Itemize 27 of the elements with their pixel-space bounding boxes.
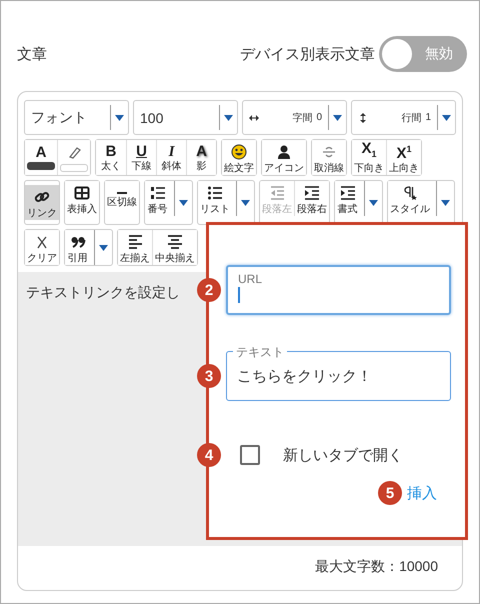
section-title: 文章 <box>17 44 47 64</box>
toolbar-button[interactable]: 段落右 <box>294 181 329 216</box>
toolbar-button[interactable]: 取消線 <box>312 140 346 175</box>
toolbar-button[interactable]: 表挿入 <box>65 181 99 216</box>
toolbar-button[interactable]: アイコン <box>262 140 306 175</box>
toolbar-button[interactable]: スタイル <box>388 181 437 216</box>
step-badge: 5 <box>378 481 402 505</box>
toolbar-button[interactable]: 左揃え <box>118 230 152 265</box>
step-badge: 2 <box>197 278 221 302</box>
toolbar-button[interactable]: クリア <box>25 230 59 265</box>
step-badge: 3 <box>197 364 221 388</box>
checkbox-label: 新しいタブで開く <box>283 446 403 464</box>
toggle-label: デバイス別表示文章 <box>240 44 375 64</box>
editor-text: テキストリンクを設定し <box>26 284 180 300</box>
toolbar-button[interactable]: A 影 <box>186 140 216 175</box>
toolbar-button[interactable]: 書式 <box>335 181 365 216</box>
toolbar-button[interactable]: X$^{1}$ 上向き <box>386 140 421 175</box>
toolbar-button[interactable]: 引用 <box>65 230 95 265</box>
toolbar-button[interactable]: 中央揃え <box>152 230 197 265</box>
toolbar-button[interactable]: リンク <box>25 185 59 220</box>
character-count: 最大文字数：10000 <box>315 557 439 576</box>
toolbar-button[interactable]: 番号 <box>145 181 175 216</box>
toolbar-button[interactable]: A <box>25 140 57 175</box>
toolbar-button[interactable]: リスト <box>198 181 237 216</box>
toolbar-button[interactable]: 絵文字 <box>222 140 256 175</box>
url-field[interactable]: URL <box>226 265 451 315</box>
step-badge: 4 <box>197 443 221 467</box>
